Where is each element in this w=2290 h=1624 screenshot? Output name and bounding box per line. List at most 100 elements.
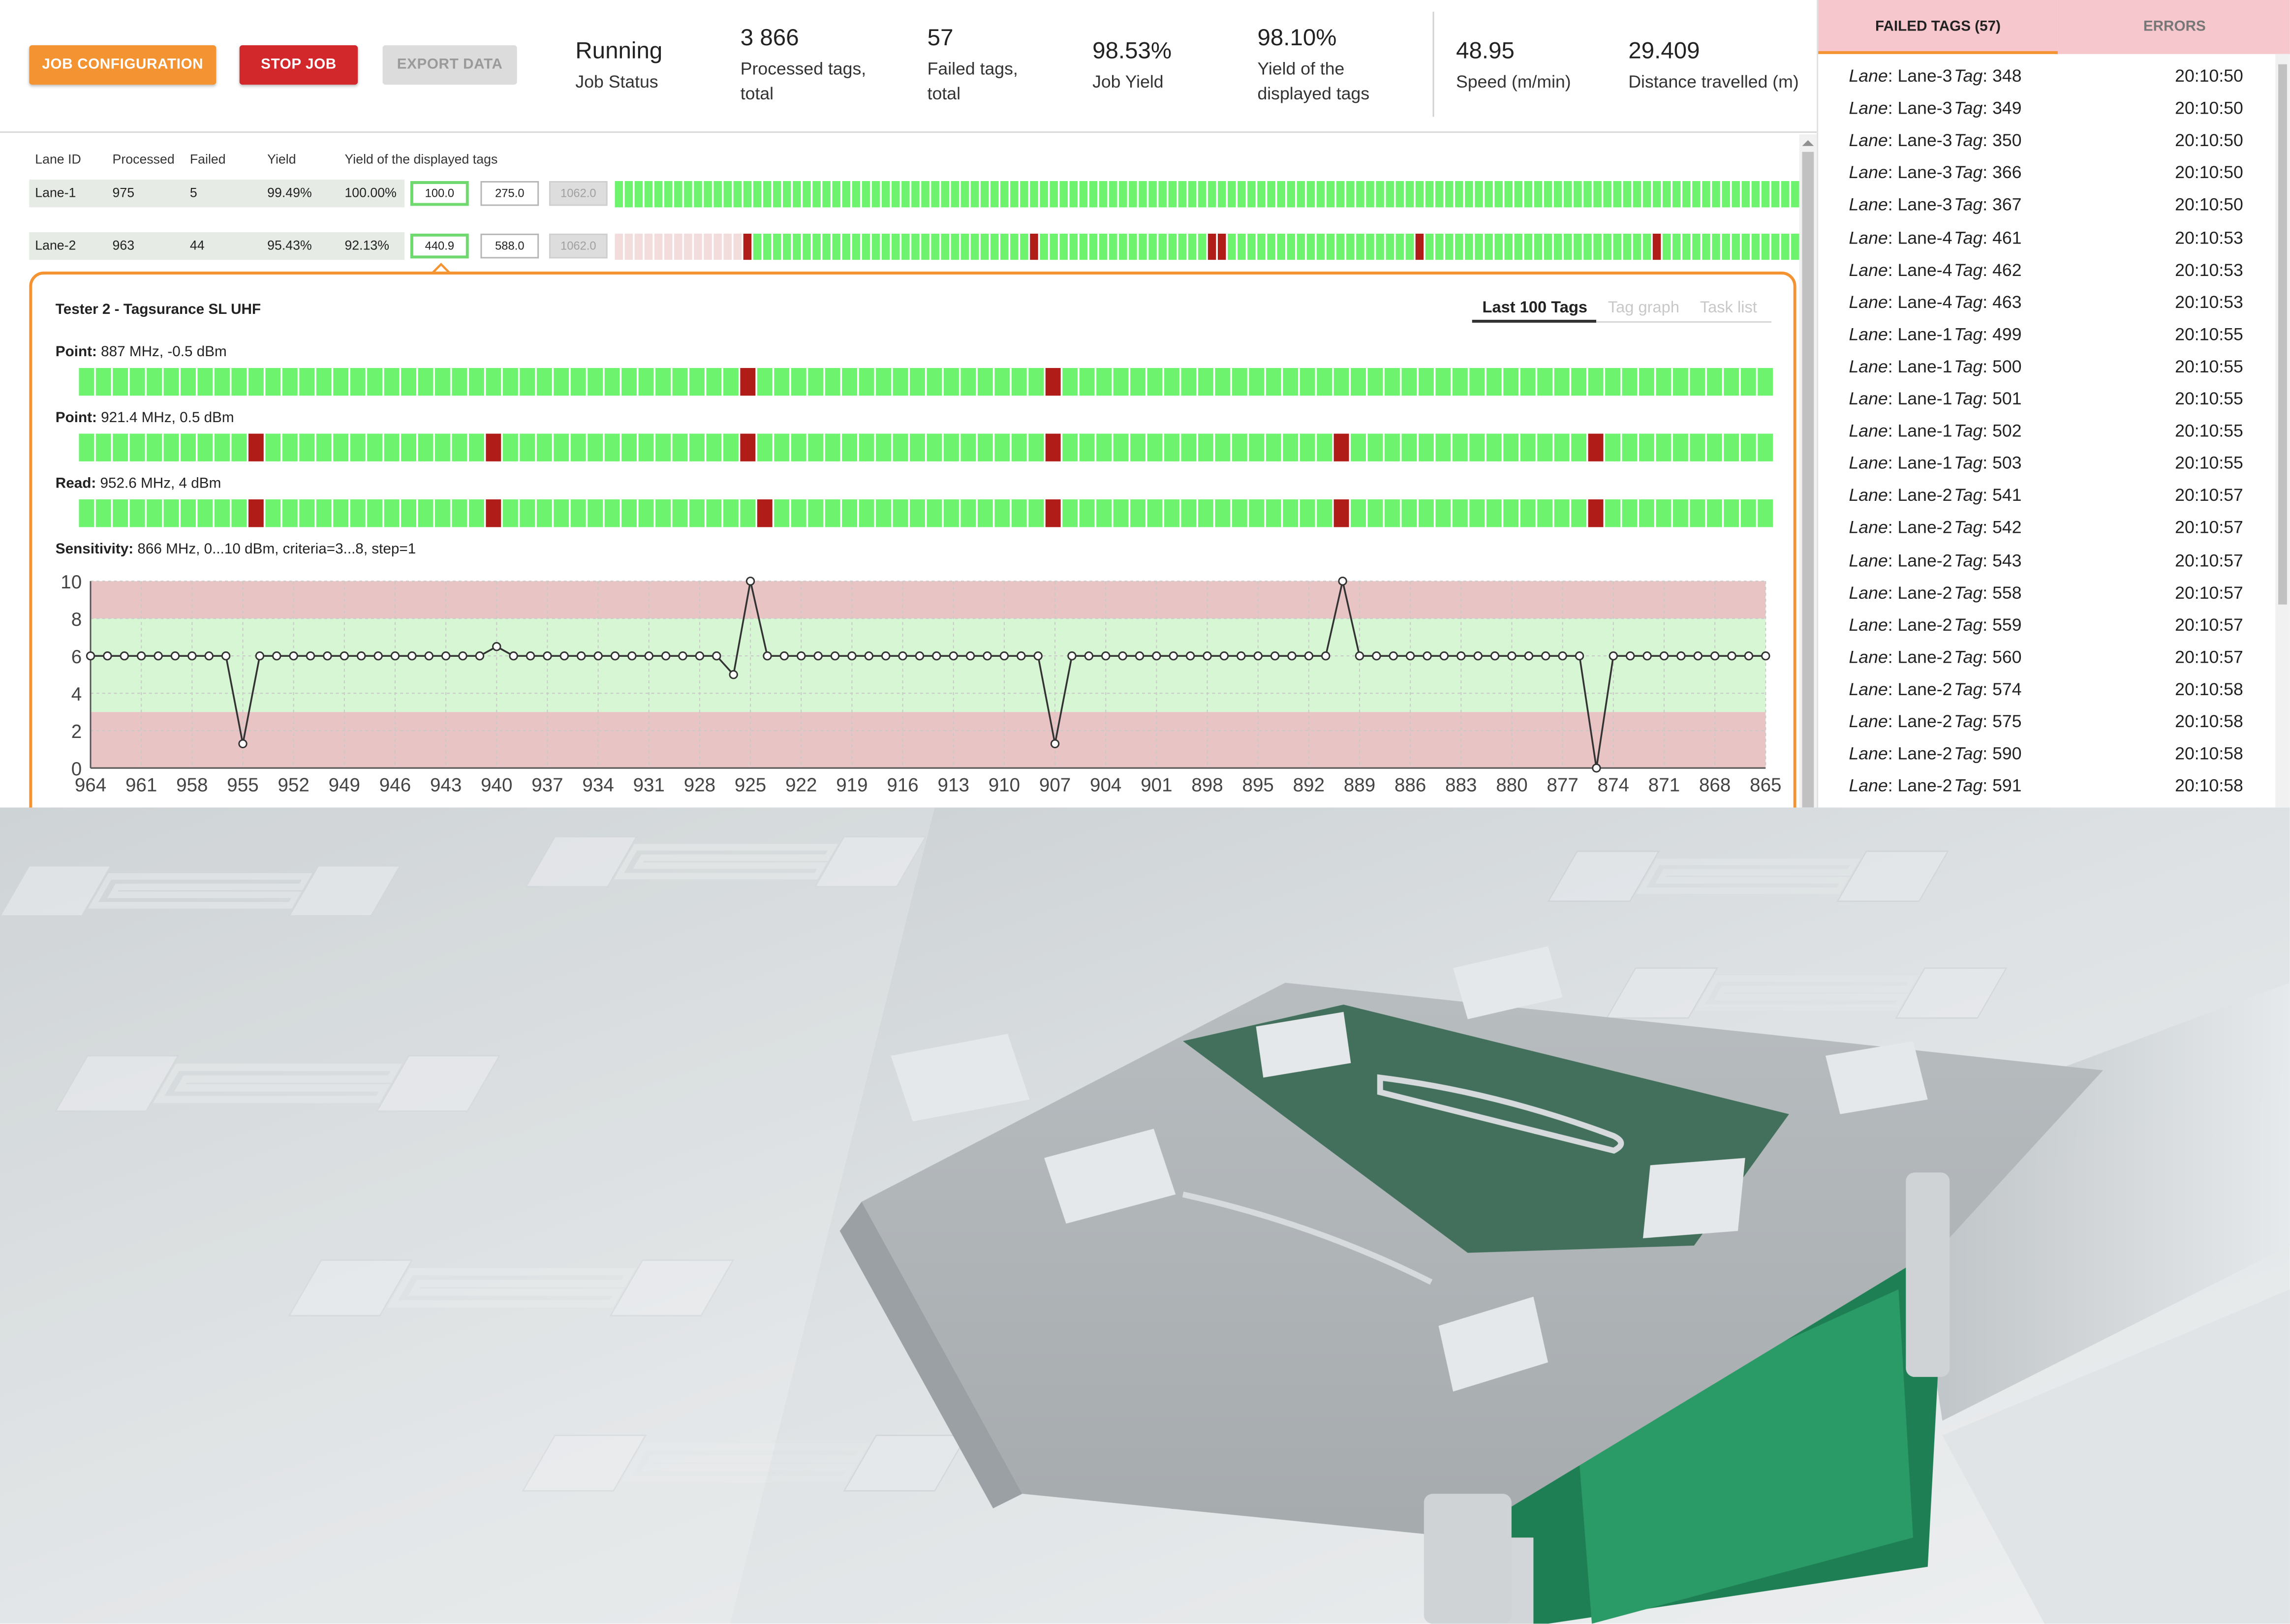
sensitivity-point[interactable]	[1219, 651, 1229, 661]
sensitivity-point[interactable]	[373, 651, 383, 661]
tag-cell-passed[interactable]	[733, 181, 742, 208]
tag-cell-passed[interactable]	[197, 433, 213, 461]
tag-cell-passed[interactable]	[1297, 233, 1305, 260]
tag-cell-passed[interactable]	[214, 433, 230, 461]
tag-cell-passed[interactable]	[1395, 181, 1404, 208]
tag-cell-passed[interactable]	[1593, 233, 1602, 260]
tag-cell-passed[interactable]	[1079, 181, 1088, 208]
tag-cell-passed[interactable]	[943, 433, 959, 461]
tag-cell-passed[interactable]	[1622, 499, 1638, 527]
tag-cell-passed[interactable]	[1207, 181, 1216, 208]
tag-cell-passed[interactable]	[1662, 181, 1671, 208]
sensitivity-point[interactable]	[289, 651, 298, 661]
tag-cell-passed[interactable]	[1583, 233, 1592, 260]
tag-cell-passed[interactable]	[1028, 368, 1044, 396]
tag-cell-passed[interactable]	[113, 433, 128, 461]
tag-cell-passed[interactable]	[1096, 499, 1112, 527]
tag-cell-passed[interactable]	[1583, 181, 1592, 208]
tag-cell-passed[interactable]	[452, 433, 467, 461]
sensitivity-point[interactable]	[390, 651, 400, 661]
tag-cell-passed[interactable]	[1613, 233, 1621, 260]
tag-cell-passed[interactable]	[316, 499, 332, 527]
tag-cell-passed[interactable]	[825, 368, 840, 396]
tag-cell-passed[interactable]	[1571, 368, 1587, 396]
tag-cell-passed[interactable]	[943, 499, 959, 527]
sensitivity-point[interactable]	[1084, 651, 1094, 661]
tag-cell-passed[interactable]	[536, 368, 552, 396]
tag-cell-passed[interactable]	[672, 368, 688, 396]
sensitivity-point[interactable]	[1237, 651, 1246, 661]
tag-cell-passed[interactable]	[1283, 368, 1299, 396]
sensitivity-point[interactable]	[695, 651, 705, 661]
tag-cell-passed[interactable]	[384, 433, 400, 461]
tag-cell-passed[interactable]	[1740, 499, 1756, 527]
tag-cell-passed[interactable]	[1317, 499, 1332, 527]
tag-cell-passed[interactable]	[1455, 181, 1463, 208]
tag-cell-passed[interactable]	[1366, 181, 1374, 208]
sensitivity-point[interactable]	[627, 651, 637, 661]
tab-last-100-tags[interactable]: Last 100 Tags	[1483, 299, 1588, 317]
tag-cell-passed[interactable]	[265, 499, 281, 527]
tag-cell-passed[interactable]	[1300, 433, 1315, 461]
lane2-tag-strip[interactable]	[615, 233, 1799, 260]
tag-cell-passed[interactable]	[1050, 233, 1058, 260]
tag-cell-passed[interactable]	[1079, 368, 1095, 396]
tag-cell-passed[interactable]	[1164, 368, 1179, 396]
tag-cell-passed[interactable]	[1537, 433, 1553, 461]
tag-cell-passed[interactable]	[1109, 181, 1117, 208]
tag-cell-passed[interactable]	[1469, 499, 1485, 527]
tag-cell-passed[interactable]	[588, 499, 603, 527]
lane1-range-end-input[interactable]: 275.0	[480, 181, 539, 206]
tag-cell-passed[interactable]	[1129, 181, 1137, 208]
tag-cell-passed[interactable]	[1232, 433, 1247, 461]
tag-cell-passed[interactable]	[1130, 368, 1145, 396]
tag-cell-passed[interactable]	[1486, 499, 1502, 527]
tag-cell-passed[interactable]	[1418, 433, 1434, 461]
tag-cell-passed[interactable]	[713, 181, 722, 208]
sensitivity-point[interactable]	[949, 651, 958, 661]
tag-cell-passed[interactable]	[921, 233, 929, 260]
tag-cell-passed[interactable]	[367, 368, 383, 396]
sensitivity-point[interactable]	[340, 651, 349, 661]
tag-cell-passed[interactable]	[994, 499, 1010, 527]
sensitivity-point[interactable]	[458, 651, 467, 661]
tag-cell-passed[interactable]	[822, 233, 831, 260]
sensitivity-point[interactable]	[492, 642, 501, 651]
sensitivity-point[interactable]	[1067, 651, 1077, 661]
sensitivity-point[interactable]	[712, 651, 721, 661]
tag-cell-passed[interactable]	[1011, 368, 1027, 396]
tag-cell-passed[interactable]	[1249, 368, 1265, 396]
tag-cell-passed[interactable]	[1524, 181, 1533, 208]
tag-cell-passed[interactable]	[1452, 499, 1468, 527]
failed-tag-row[interactable]: Lane: Lane-2 Tag: 591 20:10:58	[1849, 776, 2243, 808]
tag-cell-passed[interactable]	[654, 181, 663, 208]
sensitivity-point[interactable]	[154, 651, 163, 661]
tag-cell-passed[interactable]	[554, 368, 569, 396]
tag-cell-passed[interactable]	[1656, 368, 1671, 396]
tag-cell-passed[interactable]	[1376, 233, 1384, 260]
tag-cell-passed[interactable]	[1316, 233, 1325, 260]
tag-cell-passed[interactable]	[1722, 233, 1730, 260]
sensitivity-point[interactable]	[1642, 651, 1652, 661]
tag-cell-passed[interactable]	[1405, 233, 1414, 260]
tag-cell-passed[interactable]	[1741, 181, 1750, 208]
lane1-range-start-input[interactable]: 100.0	[410, 181, 469, 206]
tag-cell-passed[interactable]	[265, 433, 281, 461]
tag-cell-passed[interactable]	[1113, 499, 1129, 527]
tag-cell-passed[interactable]	[1656, 499, 1671, 527]
tag-cell-passed[interactable]	[644, 181, 653, 208]
sensitivity-point[interactable]	[1253, 651, 1263, 661]
tag-cell-passed[interactable]	[1455, 233, 1463, 260]
tag-cell-passed[interactable]	[113, 368, 128, 396]
tag-cell-passed[interactable]	[1672, 499, 1688, 527]
tag-cell-passed[interactable]	[231, 433, 247, 461]
tag-cell-passed[interactable]	[1486, 433, 1502, 461]
tag-cell-passed[interactable]	[1401, 499, 1417, 527]
tag-cell-passed[interactable]	[1181, 499, 1197, 527]
tag-cell-passed[interactable]	[706, 368, 722, 396]
tag-cell-passed[interactable]	[1351, 368, 1366, 396]
tag-cell-passed[interactable]	[350, 368, 366, 396]
tag-cell-passed[interactable]	[350, 433, 366, 461]
tag-cell-passed[interactable]	[1317, 368, 1332, 396]
tag-cell-failed[interactable]	[1207, 233, 1216, 260]
